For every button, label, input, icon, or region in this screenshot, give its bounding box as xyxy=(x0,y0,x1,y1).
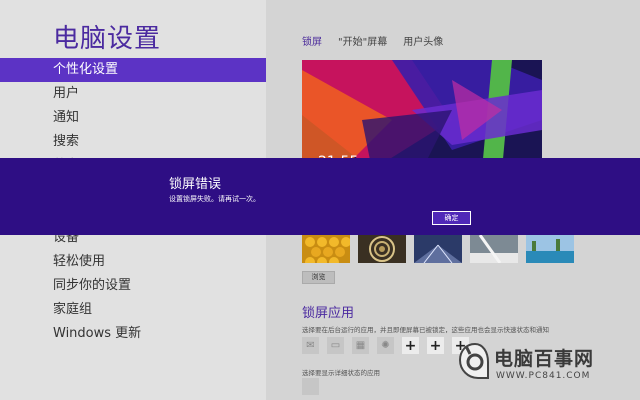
watermark: 电脑百事网 WWW.PC841.COM xyxy=(458,338,640,398)
nav-item-sync-settings[interactable]: 同步你的设置 xyxy=(0,274,266,298)
thumb-pool[interactable] xyxy=(526,235,574,263)
watermark-url: WWW.PC841.COM xyxy=(496,371,591,381)
thumb-nautilus[interactable] xyxy=(358,235,406,263)
dialog-message: 设置锁屏失败。请再试一次。 xyxy=(169,195,260,203)
nav-item-homegroup[interactable]: 家庭组 xyxy=(0,298,266,322)
thumb-honeycomb[interactable] xyxy=(302,235,350,263)
page-title: 电脑设置 xyxy=(53,24,162,54)
add-app-plus-icon[interactable]: + xyxy=(402,337,419,354)
nav-item-users[interactable]: 用户 xyxy=(0,82,266,106)
calendar-icon[interactable]: ▦ xyxy=(352,337,369,354)
lock-apps-row: ✉ ▭ ▦ ✺ + + + xyxy=(302,337,469,354)
tab-start-screen[interactable]: "开始"屏幕 xyxy=(338,33,387,48)
lock-apps-title: 锁屏应用 xyxy=(302,306,355,321)
thumb-bridge[interactable] xyxy=(470,235,518,263)
watermark-logo-icon xyxy=(458,342,489,379)
ok-button[interactable]: 确定 xyxy=(432,211,471,225)
detail-status-description: 选择要显示详细状态的应用 xyxy=(302,369,380,377)
nav-item-search[interactable]: 搜索 xyxy=(0,130,266,154)
thumb-highway[interactable] xyxy=(414,235,462,263)
mail-icon[interactable]: ✉ xyxy=(302,337,319,354)
messaging-icon[interactable]: ▭ xyxy=(327,337,344,354)
nav-item-personalize[interactable]: 个性化设置 xyxy=(0,58,266,82)
nav-item-notifications[interactable]: 通知 xyxy=(0,106,266,130)
nav-item-ease-of-access[interactable]: 轻松使用 xyxy=(0,250,266,274)
watermark-text: 电脑百事网 xyxy=(494,348,595,370)
weather-icon[interactable]: ✺ xyxy=(377,337,394,354)
error-dialog: 锁屏错误 设置锁屏失败。请再试一次。 确定 xyxy=(0,158,640,235)
tab-bar: 锁屏 "开始"屏幕 用户头像 xyxy=(302,33,443,48)
background-thumbnails xyxy=(302,235,574,263)
calendar-detail-icon[interactable] xyxy=(302,378,319,395)
nav-item-windows-update[interactable]: Windows 更新 xyxy=(0,322,266,346)
add-app-plus-icon[interactable]: + xyxy=(427,337,444,354)
lock-screen-preview: 21:55 xyxy=(302,60,542,170)
lock-apps-description: 选择要在后台运行的应用，并且即便屏幕已被锁定，这些应用也会显示快速状态和通知 xyxy=(302,326,549,334)
browse-button[interactable]: 浏览 xyxy=(302,271,335,284)
tab-account-picture[interactable]: 用户头像 xyxy=(403,33,443,48)
tab-lock-screen[interactable]: 锁屏 xyxy=(302,33,322,48)
dialog-title: 锁屏错误 xyxy=(169,177,222,192)
